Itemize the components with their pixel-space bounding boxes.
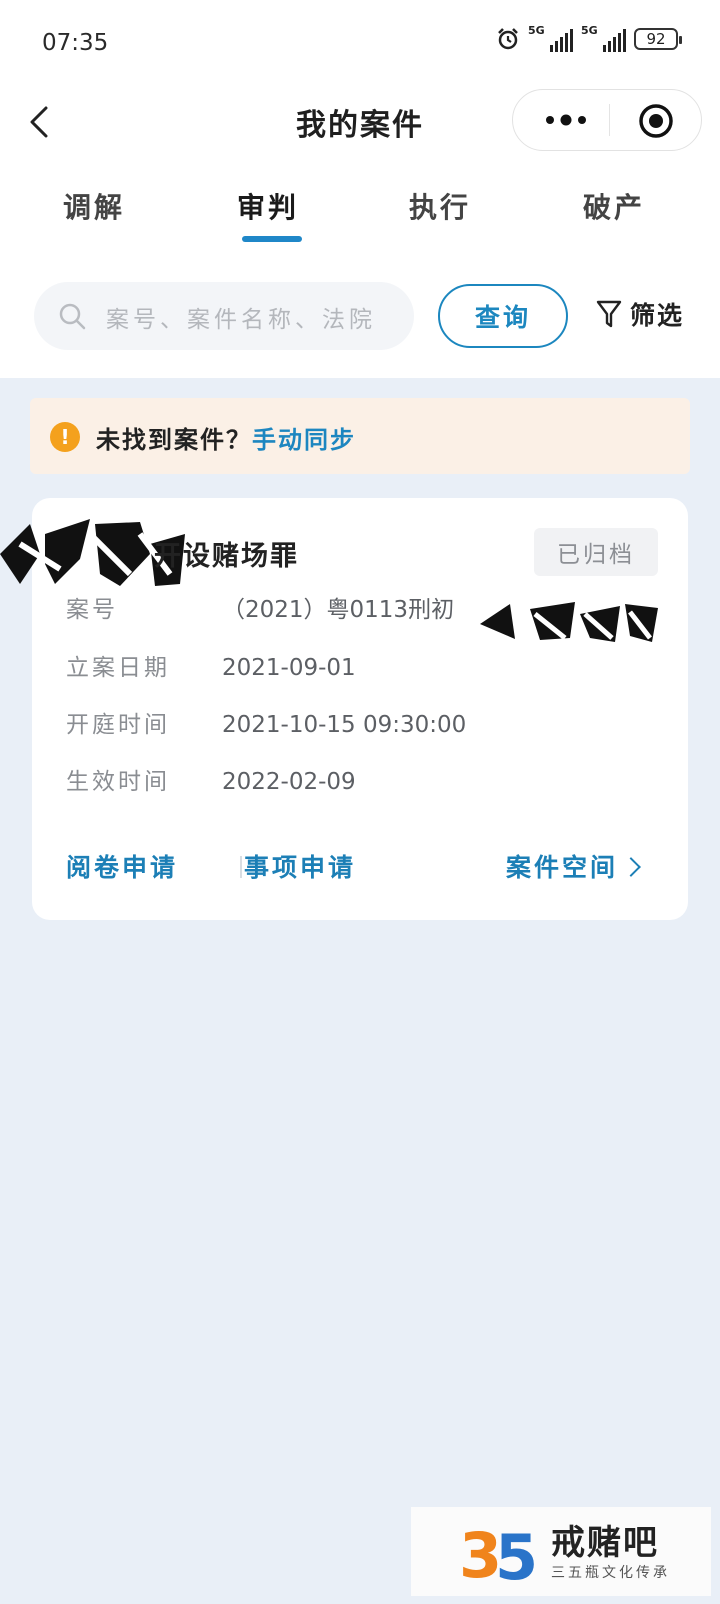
network-type-2: 5G [581, 24, 598, 37]
mini-program-capsule [512, 89, 702, 151]
active-tab-indicator [242, 236, 302, 242]
chevron-right-icon [621, 857, 641, 877]
search-input[interactable]: 案号、案件名称、法院 [34, 282, 414, 350]
more-dots-icon[interactable] [541, 100, 591, 140]
field-case-number: 案号 （2021）粤0113刑初 [66, 590, 454, 624]
case-card[interactable]: 开设赌场罪 已归档 案号 （2021）粤0113刑初 立案日期 2021-09-01… [0, 498, 688, 920]
battery-icon: 92 [634, 28, 682, 50]
field-effective-date: 生效时间 2022-02-09 [66, 762, 356, 796]
status-icons: 5G 5G 92 [496, 24, 682, 52]
status-time: 07:35 [42, 30, 109, 56]
matter-application-link[interactable]: 事项申请 [244, 848, 356, 884]
network-type-1: 5G [528, 24, 545, 37]
sync-notice: ! 未找到案件？手动同步 [30, 398, 690, 474]
watermark-name: 戒赌吧 [551, 1523, 659, 1563]
target-circle-icon[interactable] [637, 102, 675, 140]
search-placeholder: 案号、案件名称、法院 [106, 307, 376, 333]
case-name: 开设赌场罪 [154, 541, 299, 572]
field-value: （2021）粤0113刑初 [222, 597, 455, 623]
tab-bankruptcy[interactable]: 破产 [526, 186, 702, 226]
case-space-link[interactable]: 案件空间 [506, 848, 641, 884]
tab-execution[interactable]: 执行 [352, 186, 528, 226]
field-value: 2021-09-01 [222, 655, 356, 681]
review-application-link[interactable]: 阅卷申请 [66, 848, 178, 884]
capsule-divider [609, 104, 610, 136]
watermark: 3 5 戒赌吧 三五瓶文化传承 [411, 1507, 711, 1596]
field-label: 生效时间 [66, 769, 170, 795]
query-button[interactable]: 查询 [438, 284, 568, 348]
field-filing-date: 立案日期 2021-09-01 [66, 648, 356, 682]
field-value: 2021-10-15 09:30:00 [222, 712, 467, 738]
search-icon [59, 303, 86, 330]
field-label: 立案日期 [66, 655, 170, 681]
filter-label: 筛选 [630, 301, 685, 330]
signal-icon: 5G [528, 24, 573, 52]
case-type-tabs: 调解 审判 执行 破产 [0, 186, 720, 246]
notice-text: 未找到案件？手动同步 [96, 420, 356, 455]
svg-text:5: 5 [495, 1521, 538, 1589]
tab-trial[interactable]: 审判 [180, 186, 356, 226]
field-hearing-time: 开庭时间 2021-10-15 09:30:00 [66, 705, 466, 739]
action-divider [240, 856, 242, 878]
field-label: 案号 [66, 597, 118, 623]
case-space-label: 案件空间 [506, 853, 619, 882]
filter-icon [596, 300, 622, 328]
notice-message: 未找到案件？ [96, 426, 252, 454]
logo-35-icon: 3 5 [459, 1519, 538, 1589]
filter-button[interactable]: 筛选 [596, 296, 684, 332]
field-value: 2022-02-09 [222, 769, 356, 795]
alarm-icon [498, 28, 518, 50]
redaction-mark [480, 602, 658, 642]
watermark-subtitle: 三五瓶文化传承 [551, 1565, 670, 1581]
card-actions: 阅卷申请 事项申请 案件空间 [66, 848, 666, 888]
field-label: 开庭时间 [66, 712, 170, 738]
signal-icon: 5G [581, 24, 626, 52]
warning-icon: ! [50, 422, 80, 452]
status-badge: 已归档 [534, 528, 658, 576]
tab-mediation[interactable]: 调解 [6, 186, 182, 226]
manual-sync-link[interactable]: 手动同步 [252, 426, 356, 454]
battery-level: 92 [646, 30, 666, 48]
